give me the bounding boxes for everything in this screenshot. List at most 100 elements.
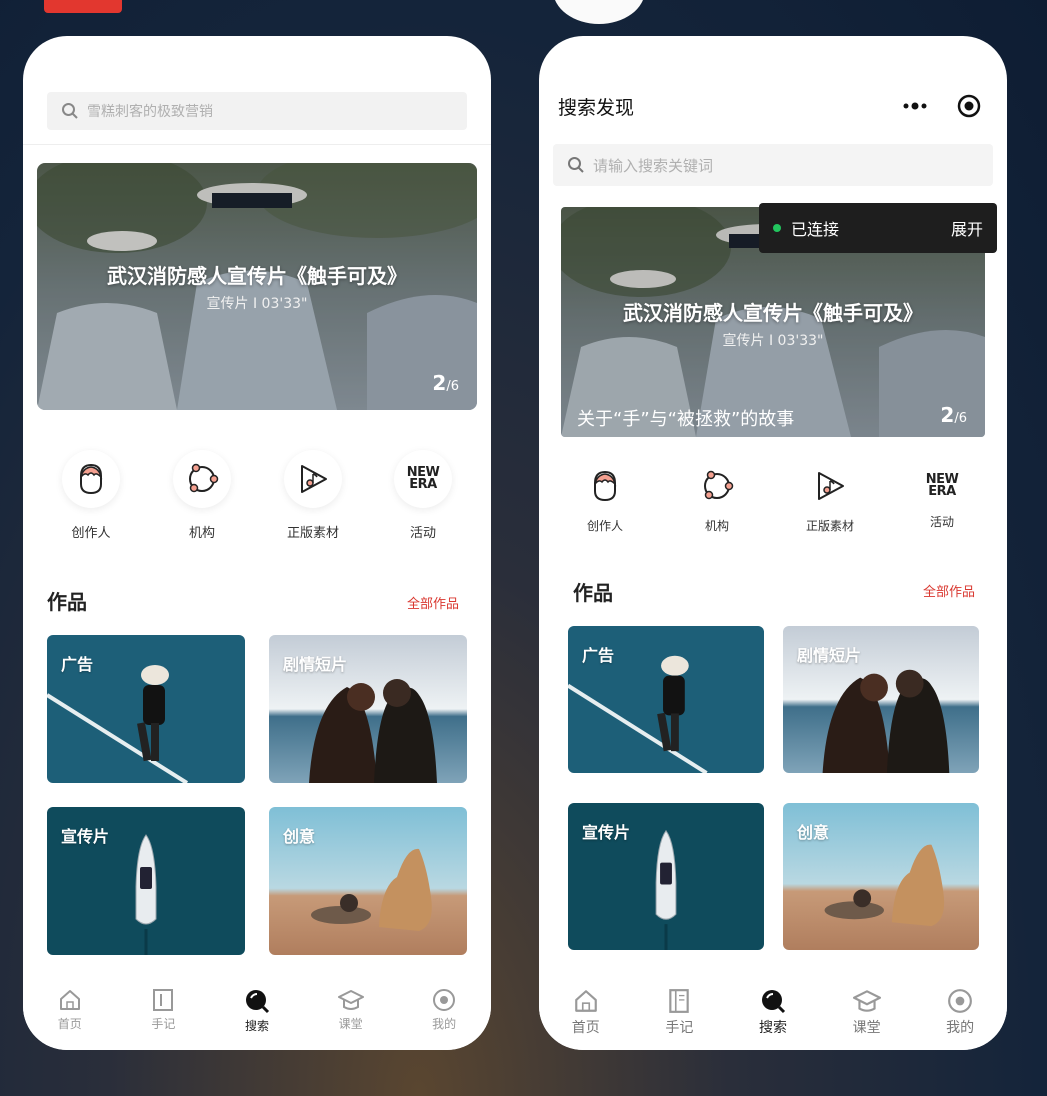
banner-subtitle: 宣传片 I 03'33"	[206, 296, 308, 312]
divider	[23, 144, 491, 145]
banner-pager: 2/6	[432, 371, 459, 395]
card-short-drama[interactable]: 剧情短片	[269, 635, 467, 783]
search-active-icon	[761, 990, 786, 1014]
close-target-icon[interactable]	[957, 94, 981, 118]
category-label: 创作人	[586, 519, 623, 533]
tab-home[interactable]: 首页	[23, 978, 117, 1050]
notebook-icon	[669, 989, 690, 1013]
profile-target-icon	[948, 989, 973, 1013]
pager-total: /6	[446, 379, 459, 394]
category-label: 机构	[704, 519, 729, 533]
card-promo-film[interactable]: 宣传片	[568, 803, 764, 950]
mini-program-capsule	[887, 88, 995, 124]
card-label: 广告	[582, 646, 615, 665]
new-era-icon: NEW ERA	[406, 465, 440, 492]
tab-label: 首页	[57, 1017, 82, 1031]
card-advertising[interactable]: 广告	[47, 635, 245, 783]
tab-label: 课堂	[338, 1017, 363, 1031]
tab-label: 手记	[665, 1020, 694, 1036]
card-advertising[interactable]: 广告	[568, 626, 764, 773]
all-works-link[interactable]: 全部作品	[407, 593, 459, 612]
card-label: 剧情短片	[283, 655, 348, 674]
category-organization[interactable]: 机构	[667, 467, 767, 534]
home-icon	[574, 990, 597, 1012]
connected-dot-icon	[773, 224, 781, 232]
tab-bar: 首页 手记 搜索 课堂 我的	[23, 978, 491, 1050]
banner[interactable]: 武汉消防感人宣传片《触手可及》 宣传片 I 03'33" 2/6	[37, 163, 477, 410]
tab-notes[interactable]: 手记	[117, 978, 211, 1050]
card-promo-film[interactable]: 宣传片	[47, 807, 245, 955]
tab-label: 搜索	[244, 1019, 269, 1033]
tab-search[interactable]: 搜索	[726, 978, 820, 1050]
creator-face-icon	[594, 470, 617, 502]
banner-title: 武汉消防感人宣传片《触手可及》	[623, 301, 923, 325]
new-era-icon: NEW ERA	[925, 472, 959, 499]
search-input[interactable]: 雪糕刺客的极致营销	[47, 92, 467, 130]
search-icon	[62, 103, 78, 119]
tab-label: 搜索	[758, 1020, 787, 1036]
category-label: 活动	[409, 526, 436, 541]
card-creative[interactable]: 创意	[783, 803, 979, 950]
connection-status: 已连接	[791, 220, 840, 239]
creator-face-icon	[80, 463, 103, 495]
tab-label: 我的	[432, 1017, 457, 1031]
tab-label: 课堂	[852, 1020, 881, 1036]
phone-screen-left: 雪糕刺客的极致营销 武汉消防感人宣传片《触手可及》 宣传片 I 03'33" 2…	[23, 36, 491, 1050]
tab-mine[interactable]: 我的	[397, 978, 491, 1050]
category-events[interactable]: NEW ERA 活动	[373, 450, 473, 541]
card-label: 宣传片	[61, 827, 110, 846]
search-placeholder: 请输入搜索关键词	[593, 156, 714, 175]
organization-nodes-icon	[189, 463, 219, 493]
graduation-cap-icon	[337, 990, 364, 1010]
pager-total: /6	[954, 411, 967, 426]
category-creator[interactable]: 创作人	[41, 450, 141, 541]
app-top-edge	[44, 0, 122, 13]
phone-screen-right: 搜索发现 请输入搜索关键词 武汉消防感人宣传片《触手可及》 宣传片 I 03'3…	[539, 36, 1007, 1050]
connection-status-toast: 已连接 展开	[759, 203, 997, 253]
organization-nodes-icon	[704, 470, 734, 500]
category-creator[interactable]: 创作人	[555, 467, 655, 534]
search-input[interactable]: 请输入搜索关键词	[553, 144, 993, 186]
tab-notes[interactable]: 手记	[633, 978, 727, 1050]
page-title: 搜索发现	[558, 97, 635, 119]
tab-home[interactable]: 首页	[539, 978, 633, 1050]
banner-caption: 关于“手”与“被拯救”的故事	[577, 409, 795, 430]
pager-current: 2	[940, 403, 955, 427]
section-title: 作品	[47, 590, 87, 614]
tab-label: 首页	[571, 1020, 600, 1036]
tab-label: 我的	[946, 1020, 975, 1036]
search-active-icon	[245, 990, 270, 1014]
category-label: 正版素材	[805, 519, 854, 533]
category-label: 创作人	[71, 526, 111, 541]
tab-classroom[interactable]: 课堂	[304, 978, 398, 1050]
card-short-drama[interactable]: 剧情短片	[783, 626, 979, 773]
card-label: 剧情短片	[797, 646, 862, 665]
category-licensed-material[interactable]: 正版素材	[263, 450, 363, 541]
notebook-icon	[153, 989, 174, 1011]
pager-current: 2	[432, 371, 447, 395]
search-placeholder: 雪糕刺客的极致营销	[87, 104, 213, 120]
tab-classroom[interactable]: 课堂	[820, 978, 914, 1050]
category-events[interactable]: NEW ERA 活动	[892, 467, 992, 530]
graduation-cap-icon	[852, 990, 881, 1012]
category-label: 活动	[929, 515, 954, 529]
category-licensed-material[interactable]: 正版素材	[780, 467, 880, 534]
tab-mine[interactable]: 我的	[913, 978, 1007, 1050]
card-creative[interactable]: 创意	[269, 807, 467, 955]
tab-search[interactable]: 搜索	[210, 978, 304, 1050]
all-works-link[interactable]: 全部作品	[923, 581, 975, 600]
play-music-icon	[818, 472, 844, 500]
tab-bar: 首页 手记 搜索 课堂 我的	[539, 978, 1007, 1050]
more-dots-icon[interactable]	[902, 101, 928, 111]
search-icon	[568, 157, 584, 173]
home-icon	[59, 990, 80, 1010]
profile-target-icon	[433, 989, 456, 1011]
category-organization[interactable]: 机构	[152, 450, 252, 541]
expand-button[interactable]: 展开	[951, 216, 983, 240]
tab-label: 手记	[151, 1017, 176, 1031]
banner-pager: 2/6	[940, 403, 967, 427]
section-title: 作品	[573, 581, 613, 605]
category-label: 正版素材	[286, 526, 339, 541]
play-music-icon	[301, 465, 327, 493]
banner-subtitle: 宣传片 I 03'33"	[722, 333, 824, 349]
